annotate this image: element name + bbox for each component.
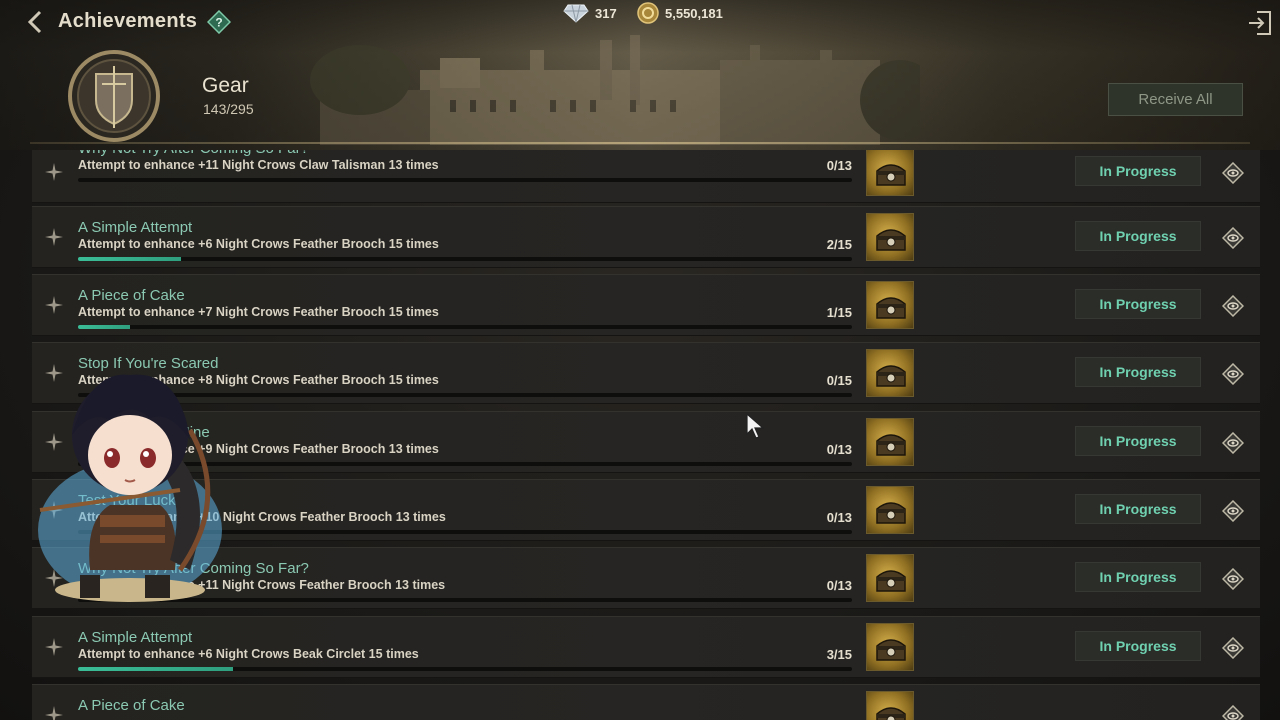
achievement-count: 0/13 (826, 442, 852, 457)
treasure-chest-icon (876, 164, 906, 186)
status-in-progress-button[interactable]: In Progress (1075, 289, 1201, 319)
status-in-progress-button[interactable]: In Progress (1075, 631, 1201, 661)
achievement-progress-fill (78, 667, 233, 671)
reward-chest-slot[interactable] (866, 554, 914, 602)
status-in-progress-button[interactable]: In Progress (1075, 221, 1201, 251)
reward-chest-slot[interactable] (866, 418, 914, 466)
character-mascot-overlay (38, 374, 222, 602)
gear-category-emblem (68, 50, 160, 142)
diamond-amount: 317 (595, 5, 617, 21)
goto-diamond-icon[interactable] (1222, 568, 1244, 590)
page-title: Achievements (58, 10, 198, 32)
sparkle-icon (45, 228, 63, 246)
goto-diamond-icon[interactable] (1222, 363, 1244, 385)
goto-diamond-icon[interactable] (1222, 637, 1244, 659)
goto-diamond-icon[interactable] (1222, 295, 1244, 317)
sparkle-icon (45, 296, 63, 314)
achievement-description: Attempt to enhance +6 Night Crows Feathe… (78, 237, 439, 251)
achievement-description: Attempt to enhance +6 Night Crows Beak C… (78, 647, 419, 661)
back-arrow-icon[interactable] (24, 8, 46, 36)
goto-diamond-icon[interactable] (1222, 500, 1244, 522)
header-divider (30, 142, 1250, 144)
sparkle-icon (45, 706, 63, 720)
reward-chest-slot[interactable] (866, 150, 914, 196)
reward-chest-slot[interactable] (866, 213, 914, 261)
achievement-title: A Simple Attempt (78, 629, 193, 646)
gold-coin-icon (637, 2, 659, 24)
svg-text:?: ? (215, 16, 222, 30)
achievement-description: Attempt to enhance +11 Night Crows Claw … (78, 158, 439, 172)
category-progress: 143/295 (203, 101, 254, 117)
achievement-progress-bar (78, 257, 852, 261)
achievement-progress-bar (78, 325, 852, 329)
treasure-chest-icon (876, 639, 906, 661)
achievement-row[interactable]: A Simple Attempt Attempt to enhance +6 N… (32, 616, 1260, 678)
category-name: Gear (202, 74, 249, 97)
achievement-count: 0/15 (826, 373, 852, 388)
status-in-progress-button[interactable]: In Progress (1075, 426, 1201, 456)
exit-icon[interactable] (1247, 9, 1273, 37)
gold-currency: 5,550,181 (637, 2, 723, 24)
help-icon[interactable]: ? (207, 10, 231, 34)
achievements-screen: Achievements ? 317 5,550,181 Gear 143/29… (0, 0, 1280, 720)
achievement-title: Why Not Try After Coming So Far? (78, 150, 309, 157)
receive-all-button[interactable]: Receive All (1108, 83, 1243, 116)
achievement-progress-bar (78, 667, 852, 671)
achievement-count: 3/15 (826, 647, 852, 662)
achievement-count: 0/13 (826, 578, 852, 593)
achievement-row[interactable]: Why Not Try After Coming So Far? Attempt… (32, 150, 1260, 203)
status-in-progress-button[interactable]: In Progress (1075, 494, 1201, 524)
achievement-count: 0/13 (826, 510, 852, 525)
achievement-description: Attempt to enhance +7 Night Crows Feathe… (78, 305, 439, 319)
sparkle-icon (45, 163, 63, 181)
treasure-chest-icon (876, 365, 906, 387)
treasure-chest-icon (876, 502, 906, 524)
achievement-title: A Piece of Cake (78, 287, 185, 304)
status-in-progress-button[interactable]: In Progress (1075, 357, 1201, 387)
status-in-progress-button[interactable]: In Progress (1075, 156, 1201, 186)
goto-diamond-icon[interactable] (1222, 432, 1244, 454)
treasure-chest-icon (876, 570, 906, 592)
treasure-chest-icon (876, 229, 906, 251)
reward-chest-slot[interactable] (866, 486, 914, 534)
achievement-progress-fill (78, 325, 130, 329)
goto-diamond-icon[interactable] (1222, 162, 1244, 184)
diamond-icon (563, 4, 589, 23)
header-banner: Achievements ? 317 5,550,181 Gear 143/29… (0, 0, 1280, 150)
treasure-chest-icon (876, 297, 906, 319)
reward-chest-slot[interactable] (866, 691, 914, 720)
achievement-count: 2/15 (826, 237, 852, 252)
treasure-chest-icon (876, 707, 906, 720)
diamond-currency: 317 (563, 3, 617, 23)
achievement-row[interactable]: A Piece of Cake (32, 684, 1260, 720)
reward-chest-slot[interactable] (866, 349, 914, 397)
castle-background-art (310, 35, 920, 145)
achievement-row[interactable]: A Piece of Cake Attempt to enhance +7 Ni… (32, 274, 1260, 336)
achievement-title: A Simple Attempt (78, 219, 193, 236)
goto-diamond-icon[interactable] (1222, 705, 1244, 720)
goto-diamond-icon[interactable] (1222, 227, 1244, 249)
reward-chest-slot[interactable] (866, 281, 914, 329)
mouse-cursor-icon (746, 412, 765, 439)
achievement-title: A Piece of Cake (78, 697, 185, 714)
gold-amount: 5,550,181 (665, 5, 723, 21)
achievement-row[interactable]: A Simple Attempt Attempt to enhance +6 N… (32, 206, 1260, 268)
achievement-count: 1/15 (826, 305, 852, 320)
achievement-count: 0/13 (826, 158, 852, 173)
achievement-progress-fill (78, 257, 181, 261)
sparkle-icon (45, 638, 63, 656)
treasure-chest-icon (876, 434, 906, 456)
status-in-progress-button[interactable]: In Progress (1075, 562, 1201, 592)
reward-chest-slot[interactable] (866, 623, 914, 671)
achievement-progress-bar (78, 178, 852, 182)
